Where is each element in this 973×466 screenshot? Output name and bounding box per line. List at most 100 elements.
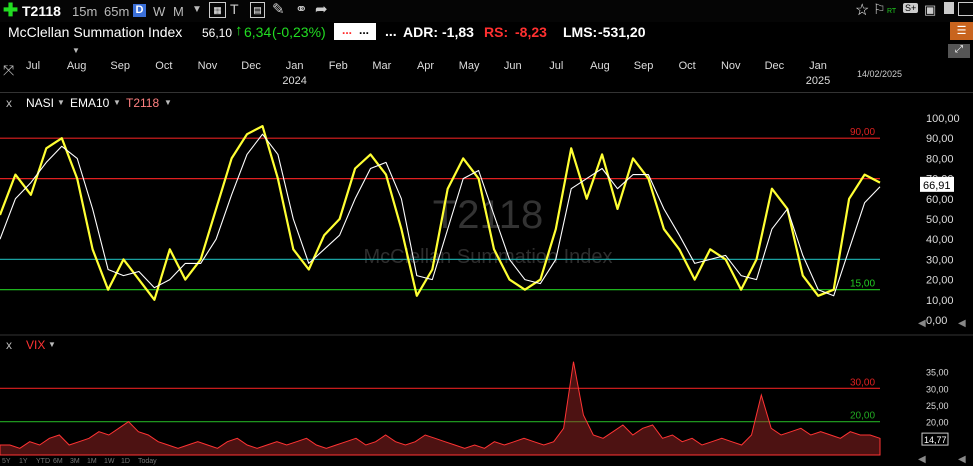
calculator-icon[interactable]: ▤	[250, 2, 265, 18]
chevron-down-icon[interactable]: ▼	[48, 340, 56, 349]
range-buttons: 5Y 1Y YTD 6M 3M 1M 1W 1D Today	[0, 458, 973, 466]
chevron-down-icon[interactable]: ▼	[113, 98, 121, 107]
reference-label: 15,00	[850, 279, 875, 290]
month-label: Nov	[720, 60, 741, 72]
star-icon[interactable]: ☆	[855, 0, 869, 20]
index-title: McClellan Summation Index	[8, 24, 183, 40]
cursor-marker-icon: ▼	[72, 46, 80, 55]
close-pane2-icon[interactable]: x	[6, 338, 12, 352]
interval-d[interactable]: D	[133, 4, 146, 17]
pane2-header: x VIX ▼	[0, 338, 973, 354]
y-tick-label: 50,00	[926, 214, 954, 226]
month-label: Aug	[66, 60, 87, 72]
year-label: 2024	[282, 75, 307, 87]
range-button-1y[interactable]: 1Y	[19, 458, 28, 465]
month-label: Jul	[25, 60, 41, 72]
month-label: May	[458, 60, 480, 72]
current-value-tag	[920, 176, 954, 192]
scroll-left-icon[interactable]: ◀	[958, 454, 966, 465]
rs-value: -8,23	[515, 24, 547, 40]
month-label: Jun	[503, 60, 522, 72]
expand-icon[interactable]: ⤢	[948, 44, 970, 58]
legend-vix[interactable]: VIX	[26, 338, 45, 352]
y-tick-label: 60,00	[926, 194, 954, 206]
y-tick-label: 100,00	[926, 113, 960, 125]
adr-label: ADR:	[403, 24, 438, 40]
bar-chart-icon[interactable]: ▦	[209, 2, 226, 18]
scroll-left-icon[interactable]: ◀	[918, 454, 926, 465]
month-label: Jul	[549, 60, 564, 72]
y-tick-label: 10,00	[926, 295, 954, 307]
rt-badge: RT	[887, 8, 897, 15]
reference-label: 20,00	[850, 411, 875, 422]
nasi-pane: T2118 McClellan Summation Index 0,00 10,00 2…	[0, 113, 960, 327]
page-icon[interactable]	[944, 2, 954, 14]
interval-m[interactable]: M	[173, 4, 184, 19]
link-icon[interactable]: ⚭	[295, 0, 308, 18]
legend-ema10[interactable]: EMA10	[70, 96, 109, 110]
interval-15m[interactable]: 15m	[72, 4, 97, 19]
y-tick-label: 30,00	[926, 254, 954, 266]
adr-value: -1,83	[442, 24, 474, 40]
range-button-1d[interactable]: 1D	[121, 458, 130, 465]
pencil-icon[interactable]: ✎	[272, 0, 285, 18]
range-button-5y[interactable]: 5Y	[2, 458, 11, 465]
scroll-left-icon[interactable]: ◀	[918, 318, 926, 329]
menu-icon[interactable]: ☰	[950, 22, 973, 40]
info-bar: McClellan Summation Index 56,10 ↑ 6,34 (…	[0, 22, 973, 42]
flag-icon[interactable]: ⚐	[873, 1, 886, 18]
crosshair-icon[interactable]: ⤧	[3, 62, 14, 79]
chevron-down-icon[interactable]: ▼	[164, 98, 172, 107]
y-tick-label: 25,00	[926, 401, 949, 411]
window-icon[interactable]	[958, 2, 973, 16]
close-pane1-icon[interactable]: x	[6, 96, 12, 110]
rs-label: RS:	[484, 24, 509, 40]
range-button-1w[interactable]: 1W	[104, 458, 115, 465]
sr-badge[interactable]: S+	[903, 3, 919, 13]
legend-nasi[interactable]: NASI	[26, 96, 54, 110]
range-button-today[interactable]: Today	[138, 458, 157, 465]
month-label: Jan	[285, 60, 304, 72]
time-axis: ▼ ⤧ ⤢ Jul Aug Sep Oct Nov Dec Jan Feb Mar Apr May J…	[0, 42, 973, 93]
month-label: Feb	[328, 60, 348, 72]
share-icon[interactable]: ➦	[315, 0, 328, 18]
reference-label: 90,00	[850, 127, 875, 138]
interval-w[interactable]: W	[153, 4, 165, 19]
interval-65m[interactable]: 65m	[104, 4, 129, 19]
range-button-1m[interactable]: 1M	[87, 458, 97, 465]
scroll-left-icon[interactable]: ◀	[958, 318, 966, 329]
month-label: Sep	[110, 60, 130, 72]
lms-label: LMS:	[563, 24, 598, 40]
y-tick-label: 15,00	[926, 434, 949, 444]
add-icon[interactable]: ✚	[3, 0, 18, 21]
y-tick-label: 20,00	[926, 418, 949, 428]
month-label: Jan	[809, 60, 827, 72]
legend-t2118[interactable]: T2118	[126, 96, 159, 110]
chevron-down-icon[interactable]: ▼	[192, 4, 202, 15]
y-tick-label: 20,00	[926, 275, 954, 287]
range-button-ytd[interactable]: YTD	[36, 458, 50, 465]
vix-value-tag	[921, 432, 949, 446]
symbol-label[interactable]: T2118	[22, 3, 61, 19]
save-icon[interactable]: ▣	[924, 2, 936, 18]
month-label: Oct	[678, 60, 696, 72]
date-label: 14/02/2025	[857, 69, 903, 79]
text-icon[interactable]: T	[230, 1, 239, 17]
vix-pane: 15,00 20,00 25,00 30,00 35,00 30,00 20,00 14,77	[0, 361, 949, 456]
watermark-title: McClellan Summation Index	[364, 246, 613, 268]
alert-box-2[interactable]: ...	[356, 23, 376, 40]
y-tick-label: 80,00	[926, 153, 954, 165]
lms-value: -531,20	[598, 24, 646, 40]
series-vix	[0, 361, 881, 456]
price-value: 56,10	[202, 26, 233, 40]
y-tick-label: 35,00	[926, 368, 949, 378]
chevron-down-icon[interactable]: ▼	[57, 98, 65, 107]
range-button-3m[interactable]: 3M	[70, 458, 80, 465]
y-tick-label: 30,00	[926, 384, 949, 394]
series-nasi	[0, 125, 881, 301]
month-label: Apr	[416, 60, 435, 72]
range-button-6m[interactable]: 6M	[53, 458, 63, 465]
watermark-symbol: T2118	[433, 193, 543, 237]
month-label: Mar	[372, 60, 392, 72]
month-label: Dec	[241, 60, 261, 72]
